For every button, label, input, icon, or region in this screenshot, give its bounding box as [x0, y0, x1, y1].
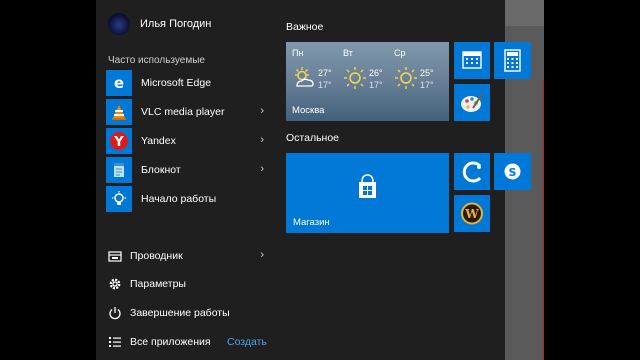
power-label: Завершение работы [130, 307, 230, 319]
sun-icon [395, 67, 417, 89]
chevron-right-icon[interactable]: › [260, 249, 264, 261]
start-menu-left-pane: Илья Погодин Часто используемые e Micros… [96, 0, 276, 360]
app-item-label: Блокнот [141, 164, 181, 176]
weather-day-name: Вт [343, 48, 353, 58]
power-icon [106, 304, 124, 322]
app-item-label: VLC media player [141, 106, 225, 118]
app-item-get-started[interactable]: Начало работы [96, 186, 268, 212]
weather-day-high: 26° [369, 68, 383, 78]
store-label: Магазин [293, 217, 330, 228]
app-item-vlc-media-player[interactable]: VLC media player › [96, 99, 268, 125]
warcraft-tile[interactable]: W [454, 195, 490, 232]
svg-text:S: S [509, 166, 517, 179]
chevron-right-icon[interactable]: › [260, 105, 264, 117]
gear-icon [106, 275, 124, 293]
app-item-label: Yandex [141, 135, 176, 147]
weather-day-low: 17° [420, 80, 434, 90]
store-tile[interactable]: Магазин [286, 153, 449, 233]
desktop-window-edge [542, 80, 544, 360]
file-explorer-button[interactable]: Проводник › [96, 246, 268, 266]
partly-cloudy-icon [295, 67, 314, 87]
all-apps-icon [106, 333, 124, 351]
group-title-other[interactable]: Остальное [286, 132, 339, 144]
calculator-icon [504, 49, 521, 72]
app-item-microsoft-edge[interactable]: e Microsoft Edge [96, 70, 268, 96]
skype-icon: S [504, 163, 521, 180]
user-name: Илья Погодин [140, 18, 212, 30]
chevron-right-icon[interactable]: › [260, 134, 264, 146]
warcraft-icon: W [461, 202, 483, 225]
app-item-notepad[interactable]: Блокнот › [96, 157, 268, 183]
calendar-icon [462, 51, 482, 69]
paint-tile[interactable] [454, 84, 490, 121]
yandex-icon: Y [106, 128, 132, 154]
settings-label: Параметры [130, 278, 186, 290]
notepad-icon [106, 157, 132, 183]
settings-button[interactable]: Параметры [96, 274, 268, 294]
lightbulb-icon [106, 186, 132, 212]
weather-day-low: 17° [369, 80, 383, 90]
weather-day: Пн 27° 17° [292, 48, 342, 90]
user-account-button[interactable]: Илья Погодин [108, 12, 211, 36]
weather-day-low: 17° [318, 80, 332, 90]
calendar-tile[interactable] [454, 42, 490, 79]
calculator-tile[interactable] [494, 42, 531, 79]
file-explorer-label: Проводник [130, 250, 183, 262]
svg-text:W: W [464, 207, 479, 221]
user-avatar [108, 13, 130, 35]
weather-day: Вт 26° 17° [343, 48, 393, 90]
weather-day-name: Ср [394, 48, 406, 58]
weather-day-name: Пн [292, 48, 304, 58]
all-apps-label: Все приложения [130, 336, 211, 348]
app-item-yandex[interactable]: Y Yandex › [96, 128, 268, 154]
store-bag-icon [359, 174, 376, 198]
svg-text:Y: Y [113, 135, 124, 150]
app-item-label: Начало работы [141, 193, 217, 205]
desktop-window-fragment [505, 0, 544, 26]
create-link[interactable]: Создать [227, 336, 267, 348]
vlc-icon [106, 99, 132, 125]
photos-tile[interactable] [454, 153, 490, 190]
weather-tile[interactable]: Пн 27° 17° Вт 26° 17° Ср 25° 17° Москва [286, 42, 449, 121]
edge-icon: e [106, 70, 132, 96]
weather-day-high: 27° [318, 68, 332, 78]
weather-day-high: 25° [420, 68, 434, 78]
photos-icon [462, 161, 482, 183]
weather-city: Москва [292, 105, 325, 116]
app-item-label: Microsoft Edge [141, 77, 212, 89]
weather-day: Ср 25° 17° [394, 48, 444, 90]
power-button[interactable]: Завершение работы [96, 303, 268, 323]
group-title-important[interactable]: Важное [286, 21, 323, 33]
file-explorer-icon [106, 247, 124, 265]
chevron-right-icon[interactable]: › [260, 163, 264, 175]
paint-palette-icon [461, 93, 483, 112]
start-menu: Илья Погодин Часто используемые e Micros… [96, 0, 531, 360]
sun-icon [344, 67, 366, 89]
skype-tile[interactable]: S [494, 153, 531, 190]
svg-text:e: e [114, 74, 124, 92]
frequent-section-label: Часто используемые [108, 55, 205, 66]
